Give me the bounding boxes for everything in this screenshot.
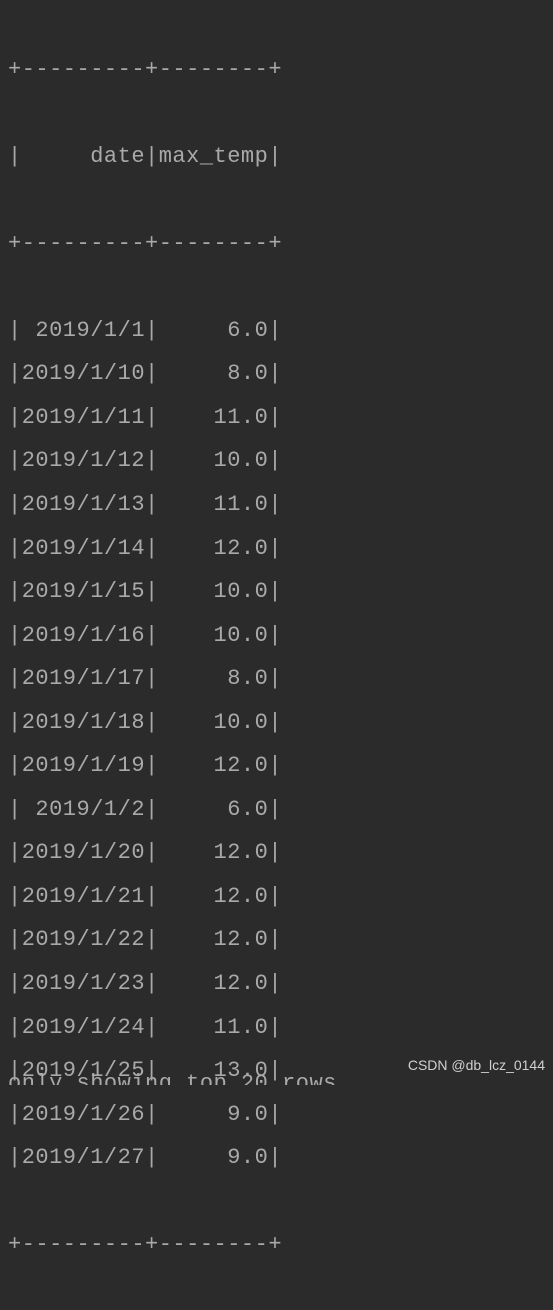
table-row: |2019/1/13| 11.0|: [8, 483, 545, 527]
table-row: | 2019/1/2| 6.0|: [8, 788, 545, 832]
table-row: |2019/1/12| 10.0|: [8, 439, 545, 483]
table-row: |2019/1/24| 11.0|: [8, 1006, 545, 1050]
ascii-table-output: +---------+--------+ | date|max_temp| +-…: [8, 4, 545, 1310]
table-border-bottom: +---------+--------+: [8, 1223, 545, 1267]
table-row: |2019/1/17| 8.0|: [8, 657, 545, 701]
truncated-message: only showing top 20 rows: [8, 1073, 337, 1085]
table-row: |2019/1/27| 9.0|: [8, 1136, 545, 1180]
table-row: | 2019/1/1| 6.0|: [8, 309, 545, 353]
table-row: |2019/1/21| 12.0|: [8, 875, 545, 919]
table-row: |2019/1/22| 12.0|: [8, 918, 545, 962]
watermark-text: CSDN @db_lcz_0144: [408, 1057, 545, 1073]
table-row: |2019/1/19| 12.0|: [8, 744, 545, 788]
table-header: | date|max_temp|: [8, 135, 545, 179]
table-row: |2019/1/10| 8.0|: [8, 352, 545, 396]
table-row: |2019/1/14| 12.0|: [8, 527, 545, 571]
table-row: |2019/1/23| 12.0|: [8, 962, 545, 1006]
table-row: |2019/1/15| 10.0|: [8, 570, 545, 614]
table-row: |2019/1/26| 9.0|: [8, 1093, 545, 1137]
table-row: |2019/1/20| 12.0|: [8, 831, 545, 875]
table-border-top: +---------+--------+: [8, 48, 545, 92]
table-row: |2019/1/11| 11.0|: [8, 396, 545, 440]
table-border-mid: +---------+--------+: [8, 222, 545, 266]
table-rows-container: | 2019/1/1| 6.0||2019/1/10| 8.0||2019/1/…: [8, 309, 545, 1180]
table-row: |2019/1/16| 10.0|: [8, 614, 545, 658]
table-row: |2019/1/18| 10.0|: [8, 701, 545, 745]
